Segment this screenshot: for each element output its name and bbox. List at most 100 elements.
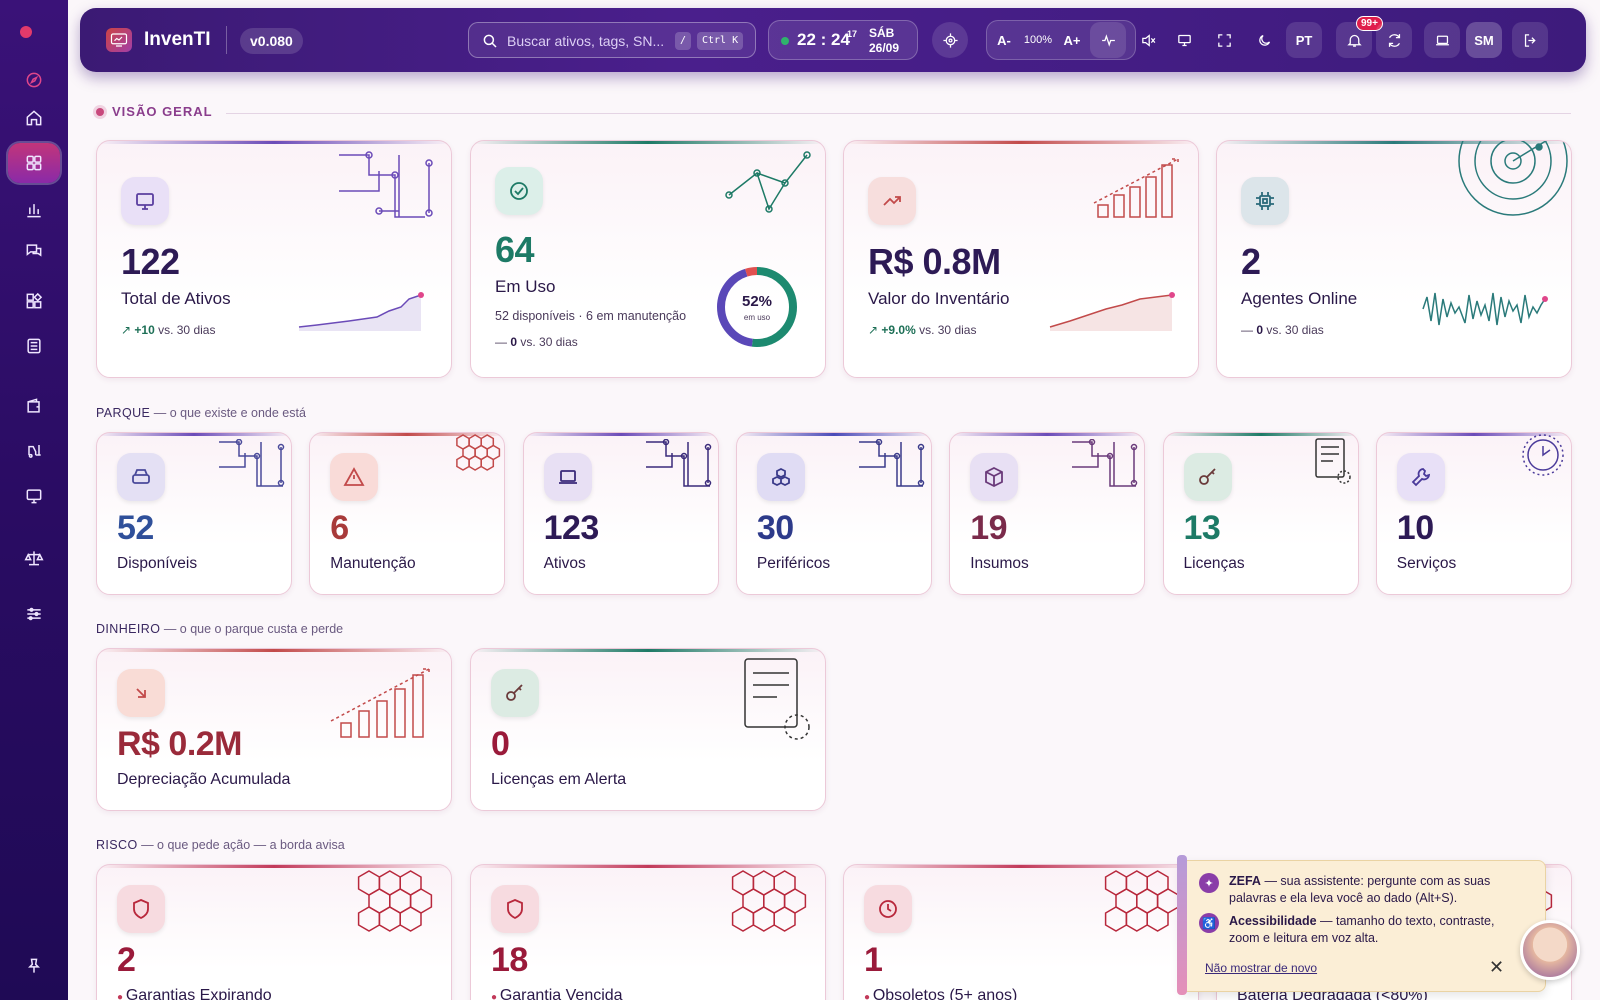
moon-icon [1258,34,1270,46]
card-license-alerts[interactable]: 0 Licenças em Alerta [470,648,826,811]
delta-value: 0 [1256,323,1264,337]
dark-mode-button[interactable] [1246,22,1282,58]
logout-button[interactable] [1512,22,1548,58]
monitor-icon [121,177,169,225]
dont-show-again-link[interactable]: Não mostrar de novo [1205,961,1317,975]
stat-card-manutencao[interactable]: 6 Manutenção [309,432,506,595]
close-icon[interactable]: ✕ [1489,957,1504,978]
fullscreen-icon [1217,33,1231,47]
toast-zefa-body: — sua assistente: pergunte com as suas p… [1229,874,1491,905]
network-decoration [725,151,811,213]
section-title-text: PARQUE [96,406,151,420]
stat-label: Periféricos [756,555,831,572]
stat-card-servicos[interactable]: 10 Serviços [1375,432,1572,595]
crosshair-icon [942,32,958,48]
kpi-card-agents-online[interactable]: 2 Agentes Online — 0 vs. 30 dias [1216,140,1572,378]
logout-icon [1524,33,1536,47]
toast-accent-bar [1177,855,1187,995]
onboarding-toast: ✦ ZEFA — sua assistente: pergunte com as… [1177,855,1546,995]
stat-value: 19 [970,509,1008,547]
card-obsolete[interactable]: 1 ● Obsoletos (5+ anos) [843,864,1199,1000]
card-warranty-expired[interactable]: 18 ● Garantia Vencida [470,864,826,1000]
font-decrease-button[interactable]: A- [990,22,1018,58]
forklift-icon[interactable] [14,432,54,468]
delta-text: vs. 30 dias [158,323,216,337]
chat-icon[interactable] [14,233,54,269]
notifications-button[interactable]: 99+ [1336,16,1383,58]
sparkline [1049,292,1175,331]
clock-icon [864,885,912,933]
home-icon[interactable] [14,100,54,136]
stat-card-disponiveis[interactable]: 52 Disponíveis [96,432,292,595]
card-value: 0 [491,725,510,763]
kpi-value: R$ 0.8M [868,241,1001,282]
version-badge: v0.080 [240,28,303,54]
scale-icon[interactable] [14,540,54,576]
laptop-icon [1435,35,1449,45]
section-subtitle: — o que existe e onde está [153,406,306,420]
document-decoration [744,658,810,740]
compass-icon[interactable] [14,62,54,98]
stat-value: 30 [756,509,794,547]
chart-icon[interactable] [14,192,54,228]
monitor-icon[interactable] [14,478,54,514]
wallet-icon[interactable] [14,388,54,424]
assistant-avatar[interactable] [1520,920,1580,980]
kpi-value: 64 [495,229,535,270]
font-increase-button[interactable]: A+ [1058,22,1086,58]
zoom-level: 100% [1023,34,1053,46]
sliders-icon[interactable] [14,596,54,632]
circuit-decoration [219,439,285,487]
dashboard-icon[interactable] [8,143,60,183]
stat-card-insumos[interactable]: 19 Insumos [949,432,1146,595]
kpi-label: Total de Ativos [121,289,231,308]
locate-button[interactable] [932,22,968,58]
search-icon [483,34,497,48]
card-depreciation[interactable]: R$ 0.2M Depreciação Acumulada [96,648,452,811]
kpi-delta: ↗ +10 vs. 30 dias [121,323,216,337]
circuit-decoration [1072,439,1138,487]
radar-decoration [1458,141,1568,216]
divider [226,113,1571,114]
kpi-delta: — 0 vs. 30 dias [495,335,578,349]
boxes-icon [756,453,805,501]
search-box[interactable]: / Ctrl K [468,22,756,58]
sidebar [0,0,68,1000]
language-button[interactable]: PT [1286,22,1322,58]
search-input[interactable] [507,29,677,53]
presentation-button[interactable] [1166,22,1202,58]
circuit-decoration [339,151,433,218]
pin-icon[interactable] [14,948,54,984]
kpi-label: Agentes Online [1241,289,1358,308]
refresh-button[interactable] [1376,22,1412,58]
pulse-button[interactable] [1090,22,1126,58]
stat-label: Manutenção [330,555,416,572]
card-label: ● Garantia Vencida [491,987,623,1000]
stat-card-perifericos[interactable]: 30 Periféricos [735,432,932,595]
fullscreen-button[interactable] [1206,22,1242,58]
section-subtitle: — o que o parque custa e perde [163,622,344,636]
widgets-icon[interactable] [14,283,54,319]
stat-label: Licenças [1183,555,1245,572]
circuit-decoration [645,439,711,487]
card-warranties-expiring[interactable]: 2 ● Garantias Expirando [96,864,452,1000]
stat-card-ativos[interactable]: 123 Ativos [522,432,719,595]
kpi-card-in-use[interactable]: 64 Em Uso 52 disponíveis · 6 em manutenç… [470,140,826,378]
device-button[interactable] [1424,22,1460,58]
stat-label: Insumos [970,555,1029,572]
clock-time: 22 : 24 [797,30,850,49]
stat-label: Serviços [1396,555,1457,572]
kpi-card-inventory-value[interactable]: R$ 0.8M Valor do Inventário ↗ +9.0% vs. … [843,140,1199,378]
kbd-slash: / [675,32,692,50]
server-icon[interactable] [14,328,54,364]
clock-seconds: 17 [847,29,858,39]
section-title-parque: PARQUE — o que existe e onde está [96,406,306,420]
kpi-card-total-assets[interactable]: 122 Total de Ativos ↗ +10 vs. 30 dias [96,140,452,378]
stat-card-licencas[interactable]: 13 Licenças [1162,432,1359,595]
card-label: Depreciação Acumulada [117,771,291,788]
user-avatar-button[interactable]: SM [1466,22,1502,58]
card-value: 18 [491,941,528,979]
kpi-label: Valor do Inventário [868,289,1010,308]
mute-button[interactable] [1130,22,1166,58]
card-label-text: Garantia Vencida [499,987,623,1000]
